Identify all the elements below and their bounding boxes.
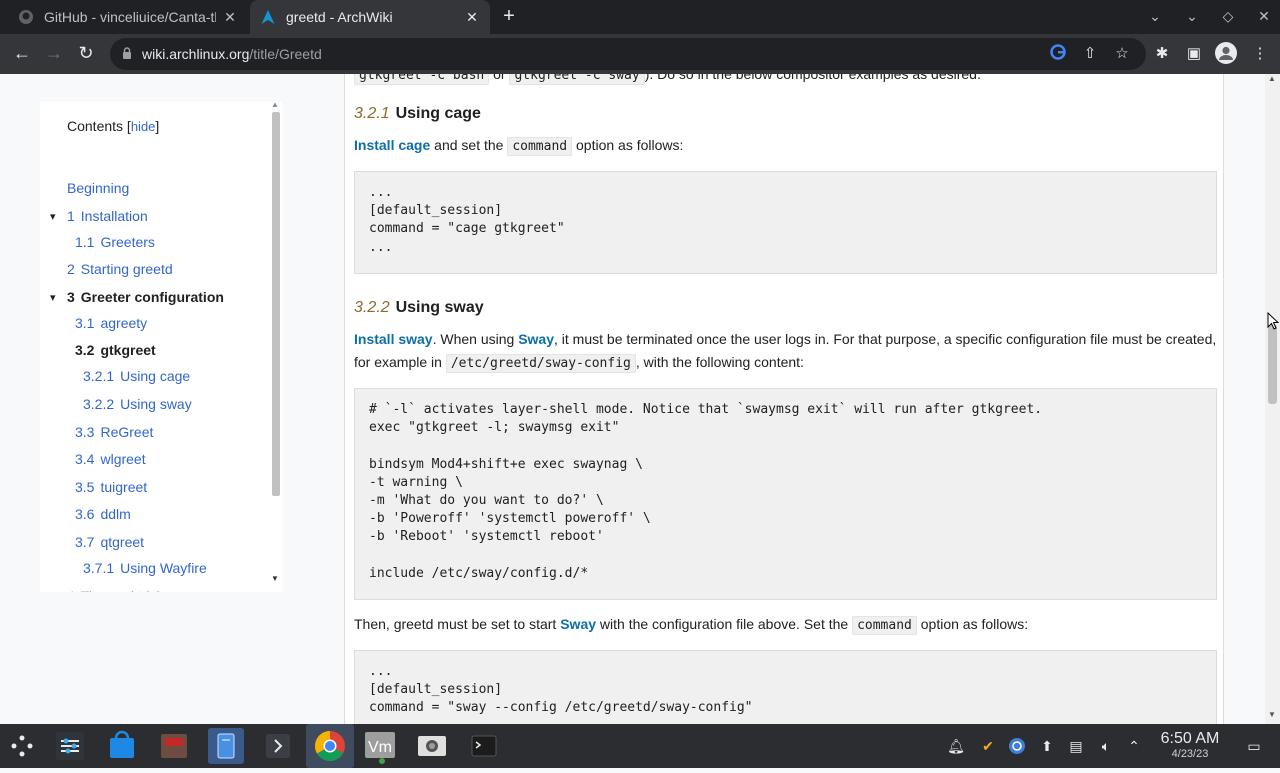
star-icon[interactable]: ☆ xyxy=(1112,44,1132,64)
svg-text:Vm: Vm xyxy=(368,739,392,756)
profile-avatar-icon[interactable] xyxy=(1215,42,1237,64)
chevron-down-icon[interactable]: ▾ xyxy=(50,210,56,223)
terminal-arrow-icon[interactable] xyxy=(260,728,296,764)
arch-logo-icon xyxy=(261,10,275,24)
scroll-down-icon[interactable]: ▼ xyxy=(271,574,279,583)
close-icon[interactable]: ✕ xyxy=(222,9,238,26)
install-cage-link[interactable]: Install cage xyxy=(354,137,430,153)
minimize-icon[interactable]: ⌄ xyxy=(1182,8,1202,25)
tab-github[interactable]: GitHub - vinceliuice/Canta-th ✕ xyxy=(8,0,248,34)
toc-hide-link[interactable]: hide xyxy=(131,119,156,134)
clock-date: 4/23/23 xyxy=(1171,748,1209,760)
url-text: wiki.archlinux.org/title/Greetd xyxy=(142,46,322,62)
close-icon[interactable]: ✕ xyxy=(464,9,480,26)
show-desktop-icon[interactable]: ▭ xyxy=(1244,736,1264,756)
chevron-up-icon[interactable]: ⌃ xyxy=(1124,736,1144,756)
network-icon[interactable] xyxy=(1007,736,1027,756)
store-icon[interactable] xyxy=(104,728,140,764)
scroll-down-icon[interactable]: ▼ xyxy=(1268,710,1276,719)
settings-icon[interactable] xyxy=(52,728,88,764)
taskbar: Vm 🔔︎ ✔ ⬆ ▤ 🔈︎ ⌃ 6:50 AM 4/23/23 ▭ xyxy=(0,724,1280,768)
toc-item[interactable]: 3.2.2 Using sway xyxy=(83,396,192,412)
clock-time: 6:50 AM xyxy=(1160,730,1220,747)
sway-link[interactable]: Sway xyxy=(518,331,554,347)
sway-link[interactable]: Sway xyxy=(560,616,596,632)
lock-icon xyxy=(123,47,131,59)
restore-icon[interactable]: ◇ xyxy=(1218,8,1238,25)
address-bar[interactable]: wiki.archlinux.org/title/Greetd ⇧ ☆ xyxy=(110,38,1146,70)
heading-using-cage: 3.2.1 Using cage xyxy=(354,105,481,122)
tab-strip: GitHub - vinceliuice/Canta-th ✕ greetd -… xyxy=(0,0,1280,34)
toc-scrollbar[interactable]: ▲ ▼ xyxy=(270,100,282,592)
terminal-icon[interactable] xyxy=(466,728,502,764)
share-icon[interactable]: ⇧ xyxy=(1080,44,1100,64)
scroll-up-icon[interactable]: ▲ xyxy=(1268,74,1276,83)
toc-item[interactable]: Beginning xyxy=(67,180,129,196)
toc-item[interactable]: 3.2 gtkgreet xyxy=(75,342,156,358)
toc-item[interactable]: 3.7.1 Using Wayfire xyxy=(83,560,207,576)
chevron-down-icon[interactable]: ⌄ xyxy=(1145,8,1165,25)
toc-item[interactable]: 2 Starting greetd xyxy=(67,261,173,277)
clock[interactable]: 6:50 AM 4/23/23 xyxy=(1150,730,1230,760)
extensions-icon[interactable]: ✱ xyxy=(1152,44,1172,64)
volume-muted-icon[interactable]: 🔈︎ xyxy=(1096,736,1116,756)
toc-heading: Contents [hide] xyxy=(67,118,160,134)
toc-item[interactable]: 3.6 ddlm xyxy=(75,506,131,522)
toc-item[interactable]: 3 Greeter configuration xyxy=(67,289,224,305)
browser-toolbar: ← → ↻ wiki.archlinux.org/title/Greetd ⇧ … xyxy=(0,34,1280,74)
toc-item[interactable]: 3.7 qtgreet xyxy=(75,534,144,550)
github-icon xyxy=(19,10,33,24)
notifications-bell-icon[interactable]: 🔔︎ xyxy=(946,736,966,756)
paragraph: Then, greetd must be set to start Sway w… xyxy=(354,616,1029,635)
google-icon[interactable] xyxy=(1048,44,1068,64)
toc-item[interactable]: 3.2.1 Using cage xyxy=(83,368,190,384)
toc-item[interactable]: 3.3 ReGreet xyxy=(75,424,153,440)
article-content: gtkgreet -c bash or gtkgreet -c sway). D… xyxy=(344,74,1224,724)
toc-item[interactable]: 1.1 Greeters xyxy=(75,234,155,250)
code-block: ... [default_session] command = "sway --… xyxy=(354,650,1217,724)
screenshot-tool-icon[interactable] xyxy=(414,728,450,764)
clipboard-icon[interactable]: ▤ xyxy=(1066,736,1086,756)
menu-kebab-icon[interactable]: ⋮ xyxy=(1250,44,1270,64)
code-block: # `-l` activates layer-shell mode. Notic… xyxy=(354,388,1217,600)
toc-item[interactable]: 3.4 wlgreet xyxy=(75,451,146,467)
toc-item[interactable]: 4Tips and tricks xyxy=(67,588,171,592)
chevron-down-icon[interactable]: ▾ xyxy=(50,291,56,304)
tab-title: GitHub - vinceliuice/Canta-th xyxy=(44,9,216,25)
forward-icon[interactable]: → xyxy=(42,42,66,66)
scroll-up-icon[interactable]: ▲ xyxy=(271,100,279,109)
back-icon[interactable]: ← xyxy=(10,42,34,66)
toc-scroll-thumb[interactable] xyxy=(272,112,280,496)
page-scroll-thumb[interactable] xyxy=(1268,324,1277,404)
page-scrollbar[interactable]: ▲ ▼ xyxy=(1265,74,1280,724)
tab-title: greetd - ArchWiki xyxy=(286,9,393,25)
file-manager-icon[interactable] xyxy=(208,728,244,764)
side-panel-icon[interactable]: ▣ xyxy=(1184,44,1204,64)
close-window-icon[interactable]: ✕ xyxy=(1254,8,1274,25)
paragraph: Install sway. When using Sway, it must b… xyxy=(354,331,1217,347)
mouse-cursor-icon xyxy=(1267,312,1279,330)
app-launcher-icon[interactable] xyxy=(4,728,40,764)
vm-icon[interactable]: Vm xyxy=(362,728,398,764)
code-block: ... [default_session] command = "cage gt… xyxy=(354,171,1217,274)
updates-icon[interactable]: ✔ xyxy=(978,736,998,756)
heading-using-sway: 3.2.2 Using sway xyxy=(354,299,484,316)
games-icon[interactable] xyxy=(156,728,192,764)
new-tab-button[interactable]: + xyxy=(498,6,520,28)
install-sway-link[interactable]: Install sway xyxy=(354,331,433,347)
toc-item[interactable]: 1 Installation xyxy=(67,208,148,224)
tab-archwiki[interactable]: greetd - ArchWiki ✕ xyxy=(250,0,490,34)
table-of-contents: Contents [hide] Beginning ▾ 1 Installation 1… xyxy=(40,100,282,592)
reload-icon[interactable]: ↻ xyxy=(74,42,98,66)
toc-item[interactable]: 3.1 agreety xyxy=(75,315,147,331)
upload-icon[interactable]: ⬆ xyxy=(1037,736,1057,756)
paragraph-cont: for example in /etc/greetd/sway-config, … xyxy=(354,354,804,373)
chrome-icon[interactable] xyxy=(306,724,354,768)
intro-fragment: gtkgreet -c bash or gtkgreet -c sway). D… xyxy=(354,74,981,85)
toc-item[interactable]: 3.5 tuigreet xyxy=(75,479,147,495)
chevron-down-icon[interactable]: ▾ xyxy=(50,590,56,592)
page-viewport: Contents [hide] Beginning ▾ 1 Installation 1… xyxy=(0,74,1280,724)
paragraph: Install cage and set the command option … xyxy=(354,137,684,156)
